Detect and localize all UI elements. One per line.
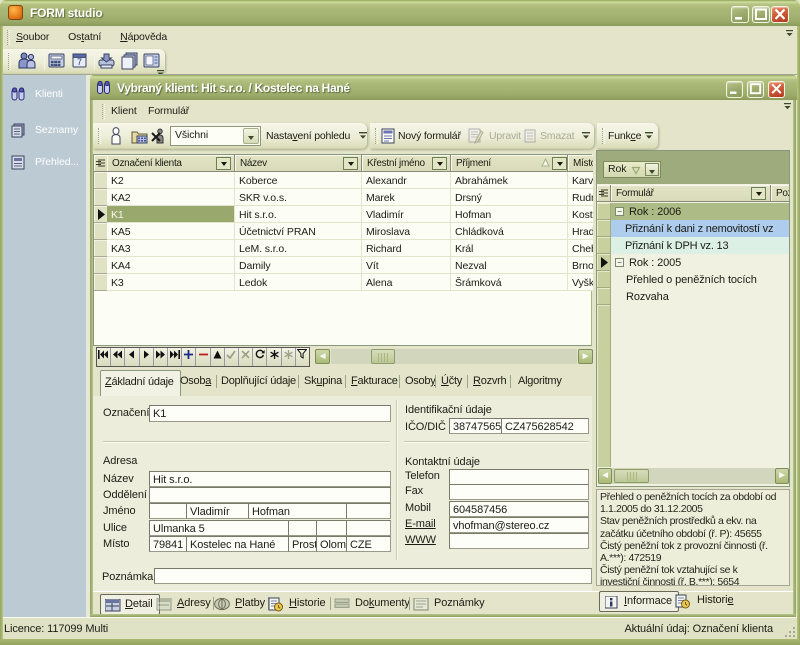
svg-text:7: 7: [77, 57, 82, 67]
